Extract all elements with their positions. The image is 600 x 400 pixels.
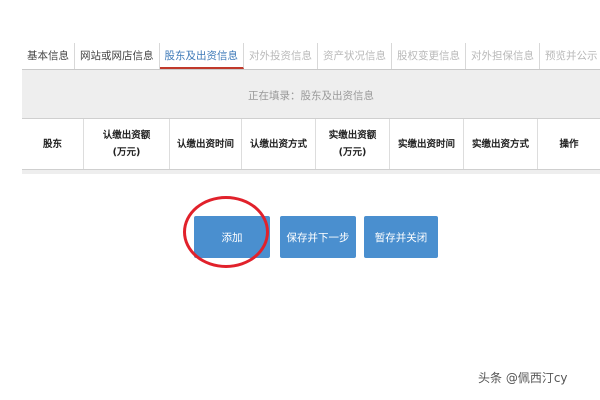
column-subscribed-method: 认缴出资方式 bbox=[242, 119, 316, 169]
column-subscribed-time: 认缴出资时间 bbox=[170, 119, 242, 169]
watermark: 头条 @佩西汀cy bbox=[478, 371, 568, 385]
tab-basic-info[interactable]: 基本信息 bbox=[22, 43, 75, 69]
column-subscribed-amount: 认缴出资额 (万元) bbox=[84, 119, 170, 169]
column-paid-time: 实缴出资时间 bbox=[390, 119, 464, 169]
tab-equity-change-info[interactable]: 股权变更信息 bbox=[392, 43, 466, 69]
column-actions: 操作 bbox=[559, 138, 579, 150]
tab-preview-publish[interactable]: 预览并公示 bbox=[540, 43, 600, 69]
save-and-next-button[interactable]: 保存并下一步 bbox=[280, 216, 356, 258]
editing-notice: 正在填录：股东及出资信息 bbox=[248, 90, 374, 102]
tab-bar: 基本信息 网站或网店信息 股东及出资信息 对外投资信息 资产状况信息 股权变更信… bbox=[22, 42, 600, 70]
save-and-close-button[interactable]: 暂存并关闭 bbox=[364, 216, 438, 258]
tab-guarantee-info[interactable]: 对外担保信息 bbox=[466, 43, 540, 69]
column-shareholder: 股东 bbox=[22, 119, 84, 169]
tab-shareholder-info[interactable]: 股东及出资信息 bbox=[159, 43, 244, 69]
add-button[interactable]: 添加 bbox=[194, 216, 270, 258]
shareholder-table-header: 股东 认缴出资额 (万元) 认缴出资时间 认缴出资方式 实缴出资额 (万元) 实… bbox=[22, 118, 600, 170]
tab-website-info[interactable]: 网站或网店信息 bbox=[75, 43, 160, 69]
column-paid-method: 实缴出资方式 bbox=[464, 119, 538, 169]
tab-asset-info[interactable]: 资产状况信息 bbox=[318, 43, 392, 69]
column-paid-amount: 实缴出资额 (万元) bbox=[316, 119, 390, 169]
tab-investment-info[interactable]: 对外投资信息 bbox=[244, 43, 318, 69]
